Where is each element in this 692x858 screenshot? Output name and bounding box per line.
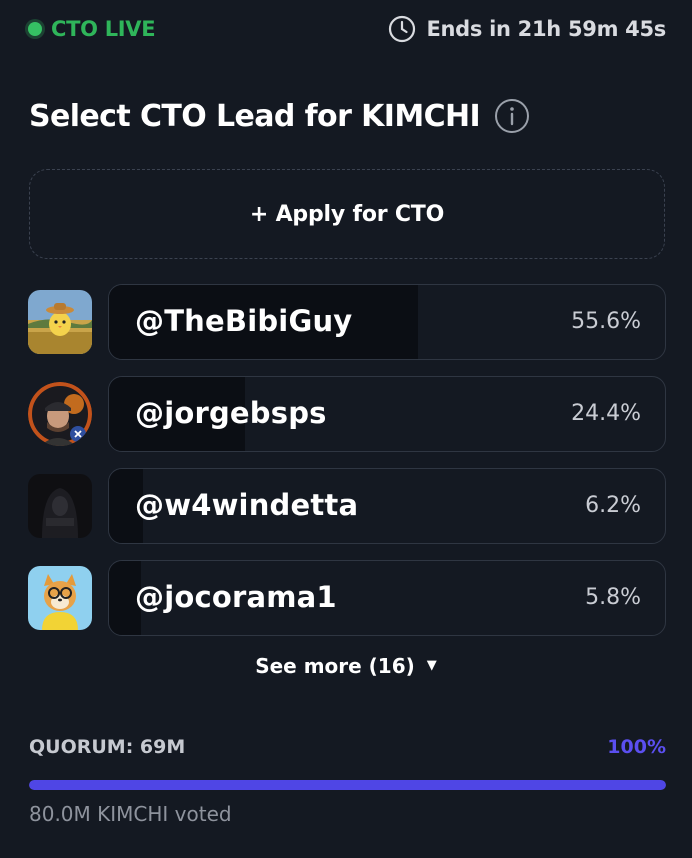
caret-down-icon: ▼ bbox=[426, 658, 437, 673]
countdown-text: Ends in 21h 59m 45s bbox=[426, 17, 666, 41]
candidate-handle: @TheBibiGuy bbox=[135, 304, 353, 338]
live-status: CTO LIVE bbox=[28, 17, 156, 41]
avatar bbox=[28, 382, 92, 446]
clock-icon bbox=[388, 15, 416, 43]
quorum-progress-bar bbox=[29, 780, 666, 790]
votes-cast-text: 80.0M KIMCHI voted bbox=[29, 802, 232, 826]
see-more-label: See more (16) bbox=[255, 654, 415, 678]
candidate-handle: @w4windetta bbox=[135, 488, 359, 522]
page-title: Select CTO Lead for KIMCHI bbox=[29, 98, 481, 134]
avatar bbox=[28, 474, 92, 538]
quorum-progress-fill bbox=[29, 780, 666, 790]
info-icon[interactable] bbox=[494, 98, 530, 134]
title-row: Select CTO Lead for KIMCHI bbox=[29, 98, 530, 134]
quorum-label: QUORUM: 69M bbox=[29, 736, 186, 758]
quorum-percent: 100% bbox=[607, 736, 666, 758]
candidate-percent: 24.4% bbox=[571, 401, 641, 426]
quorum-row: QUORUM: 69M 100% bbox=[29, 736, 666, 758]
candidate-percent: 6.2% bbox=[585, 493, 641, 518]
vote-bar: @jorgebsps 24.4% bbox=[108, 376, 666, 452]
candidate-handle: @jorgebsps bbox=[135, 396, 327, 430]
candidate-list: @TheBibiGuy 55.6% @jorgebsps 24.4% @w4wi… bbox=[28, 284, 666, 652]
see-more-button[interactable]: See more (16) ▼ bbox=[0, 654, 692, 678]
avatar bbox=[28, 290, 92, 354]
live-status-label: CTO LIVE bbox=[51, 17, 156, 41]
candidate-percent: 55.6% bbox=[571, 309, 641, 334]
candidate-percent: 5.8% bbox=[585, 585, 641, 610]
candidate-row[interactable]: @jocorama1 5.8% bbox=[28, 560, 666, 636]
candidate-row[interactable]: @jorgebsps 24.4% bbox=[28, 376, 666, 452]
apply-for-cto-button[interactable]: + Apply for CTO bbox=[29, 169, 665, 259]
vote-bar: @w4windetta 6.2% bbox=[108, 468, 666, 544]
vote-bar: @jocorama1 5.8% bbox=[108, 560, 666, 636]
candidate-handle: @jocorama1 bbox=[135, 580, 337, 614]
countdown-timer: Ends in 21h 59m 45s bbox=[388, 15, 666, 43]
avatar bbox=[28, 566, 92, 630]
candidate-row[interactable]: @w4windetta 6.2% bbox=[28, 468, 666, 544]
live-dot-icon bbox=[28, 22, 42, 36]
top-bar: CTO LIVE Ends in 21h 59m 45s bbox=[28, 14, 666, 44]
candidate-row[interactable]: @TheBibiGuy 55.6% bbox=[28, 284, 666, 360]
vote-bar: @TheBibiGuy 55.6% bbox=[108, 284, 666, 360]
